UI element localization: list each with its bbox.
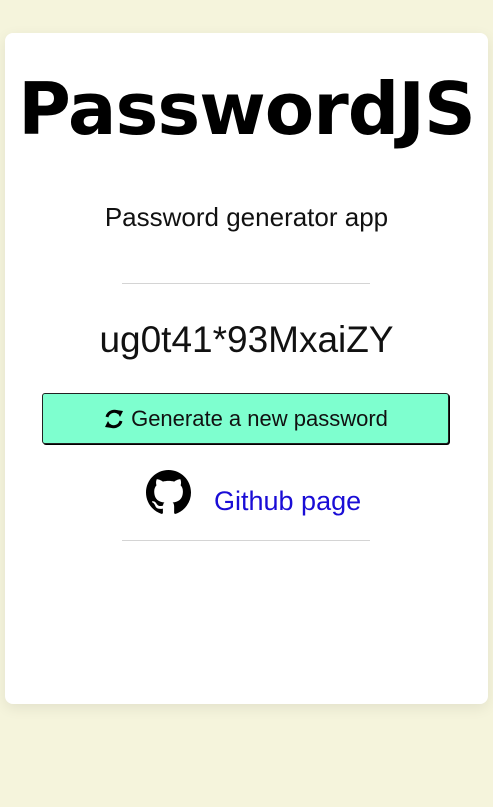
refresh-icon (103, 408, 125, 430)
github-icon[interactable] (146, 470, 191, 515)
generate-password-label: Generate a new password (131, 405, 388, 431)
github-row: Github page (0, 470, 493, 520)
github-page-link[interactable]: Github page (214, 484, 361, 518)
generate-password-button[interactable]: Generate a new password (42, 393, 449, 444)
generated-password: ug0t41*93MxaiZY (99, 319, 394, 360)
divider-top (122, 283, 370, 284)
divider-bottom (122, 540, 370, 541)
app-title: PasswordJS (18, 67, 476, 151)
app-subtitle: Password generator app (104, 202, 389, 232)
